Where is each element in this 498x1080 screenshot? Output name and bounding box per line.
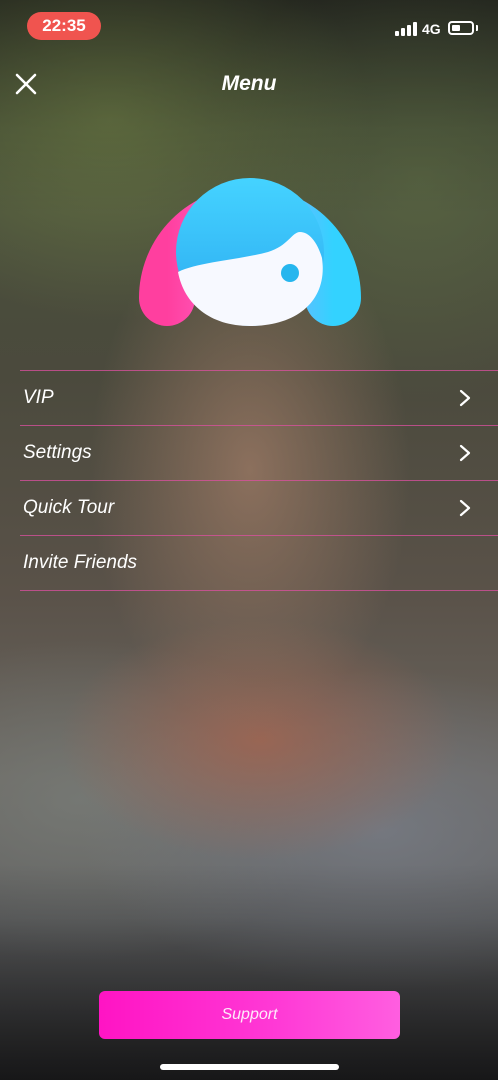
menu-item-label: VIP — [23, 387, 54, 408]
menu-item-quick-tour[interactable]: Quick Tour — [20, 481, 498, 536]
app-logo — [138, 140, 362, 330]
signal-icon — [395, 22, 417, 36]
status-bar: 22:35 4G — [0, 0, 498, 50]
app-logo-icon — [139, 178, 361, 326]
menu-item-label: Invite Friends — [23, 552, 138, 573]
battery-icon — [448, 21, 474, 35]
battery-fill — [452, 25, 460, 31]
menu-item-settings[interactable]: Settings — [20, 426, 498, 481]
status-time: 22:35 — [27, 12, 101, 40]
menu-item-label: Quick Tour — [23, 497, 115, 518]
menu-item-invite-friends[interactable]: Invite Friends — [20, 536, 498, 591]
chevron-right-icon — [459, 499, 471, 517]
chevron-right-icon — [459, 389, 471, 407]
menu-item-label: Settings — [23, 442, 92, 463]
chevron-right-icon — [459, 444, 471, 462]
network-type: 4G — [422, 21, 441, 37]
support-button[interactable]: Support — [99, 991, 400, 1039]
home-indicator[interactable] — [160, 1064, 339, 1070]
battery-cap — [476, 25, 478, 31]
menu-item-vip[interactable]: VIP — [20, 371, 498, 426]
menu-list: VIP Settings Quick Tour Invite Friends — [20, 370, 498, 591]
page-title: Menu — [221, 72, 277, 95]
